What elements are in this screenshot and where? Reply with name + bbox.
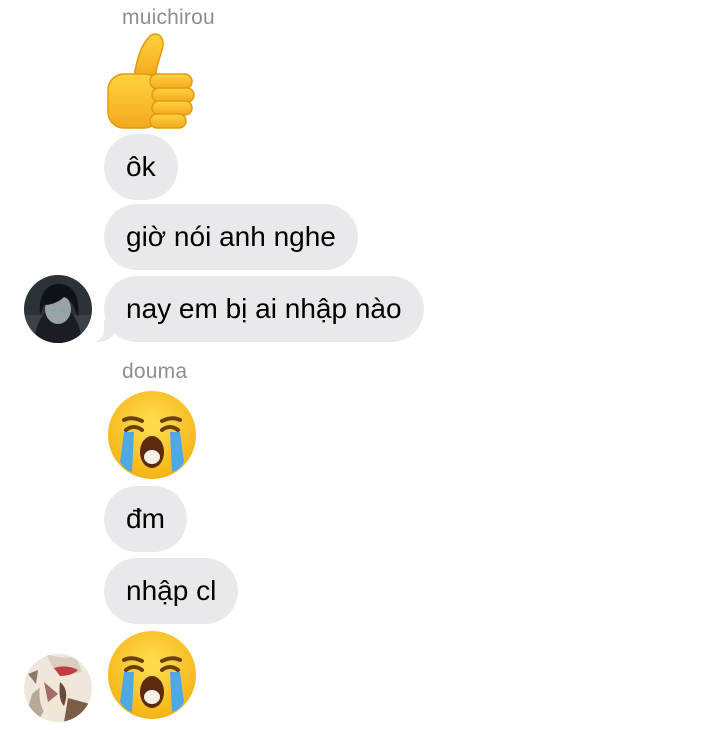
sender-name: douma [122, 360, 188, 383]
message-bubble[interactable]: nay em bị ai nhập nào [90, 276, 424, 342]
crying-face-icon[interactable] [106, 390, 198, 485]
avatar-muichirou[interactable] [24, 275, 92, 343]
message-bubble[interactable]: giờ nói anh nghe [104, 204, 358, 270]
message-bubble[interactable]: đm [104, 486, 187, 552]
message-bubble[interactable]: nhập cl [104, 558, 239, 624]
message-bubble[interactable]: ôk [104, 134, 178, 200]
crying-face-icon[interactable] [106, 630, 198, 725]
sender-name: muichirou [122, 6, 215, 29]
avatar-douma[interactable] [24, 654, 92, 722]
thumbs-up-icon[interactable] [104, 32, 200, 137]
